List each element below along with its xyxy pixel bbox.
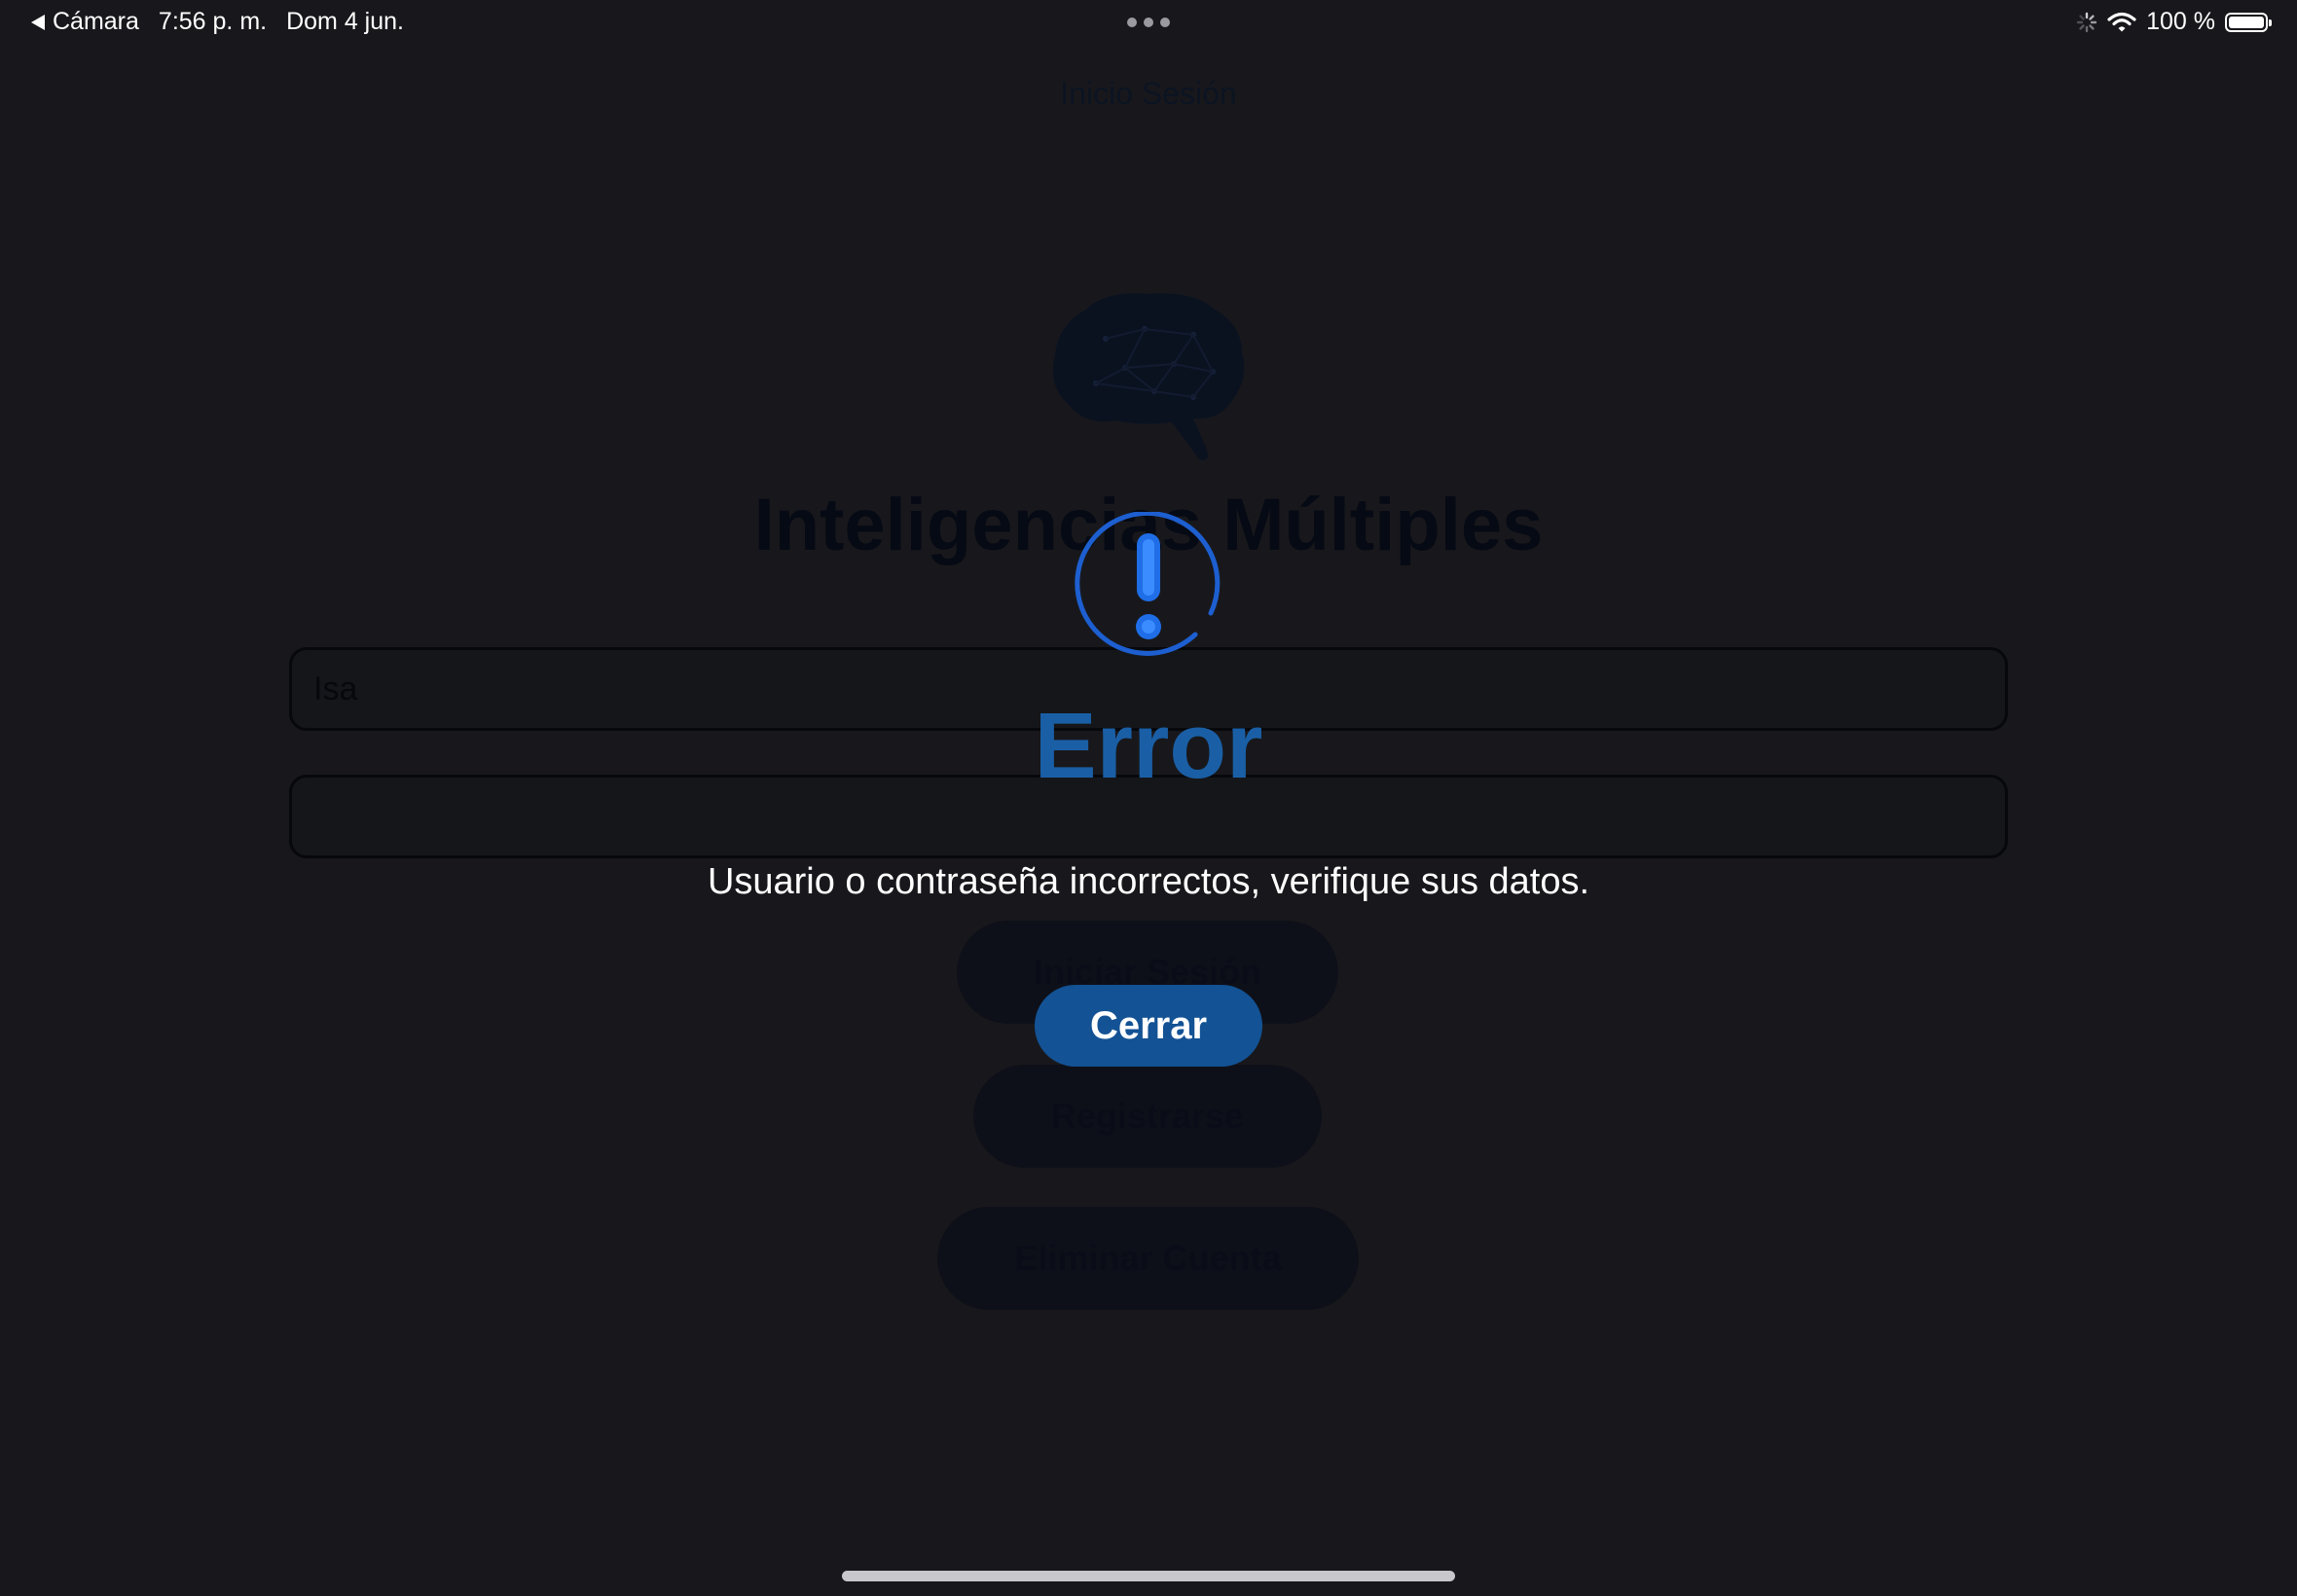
battery-icon bbox=[2225, 12, 2272, 32]
status-date: Dom 4 jun. bbox=[286, 8, 404, 35]
battery-percentage: 100 % bbox=[2146, 8, 2215, 35]
status-right: 100 % bbox=[2076, 8, 2272, 36]
brain-icon bbox=[1052, 293, 1245, 460]
back-arrow-icon bbox=[31, 14, 45, 30]
status-left: Cámara 7:56 p. m. Dom 4 jun. bbox=[31, 8, 404, 36]
delete-account-button[interactable]: Eliminar Cuenta bbox=[937, 1207, 1359, 1310]
close-button[interactable]: Cerrar bbox=[1035, 985, 1262, 1067]
activity-spinner-icon bbox=[2076, 12, 2097, 32]
multitask-dots-icon[interactable] bbox=[1127, 18, 1170, 27]
status-time: 7:56 p. m. bbox=[158, 8, 268, 35]
home-indicator[interactable] bbox=[842, 1571, 1455, 1581]
wifi-icon bbox=[2107, 12, 2136, 31]
status-bar: Cámara 7:56 p. m. Dom 4 jun. 100 % bbox=[0, 0, 2297, 47]
alert-title: Error bbox=[1034, 694, 1263, 798]
back-app-label: Cámara bbox=[53, 8, 139, 35]
register-button[interactable]: Registrarse bbox=[973, 1065, 1322, 1168]
exclamation-circle-icon bbox=[1075, 512, 1221, 656]
nav-title: Inicio Sesión bbox=[1060, 76, 1237, 111]
back-to-app-link[interactable]: Cámara bbox=[31, 8, 139, 36]
alert-message: Usuario o contraseña incorrectos, verifi… bbox=[707, 861, 1590, 902]
screen: Cámara 7:56 p. m. Dom 4 jun. 100 % Inici… bbox=[0, 0, 2297, 1596]
